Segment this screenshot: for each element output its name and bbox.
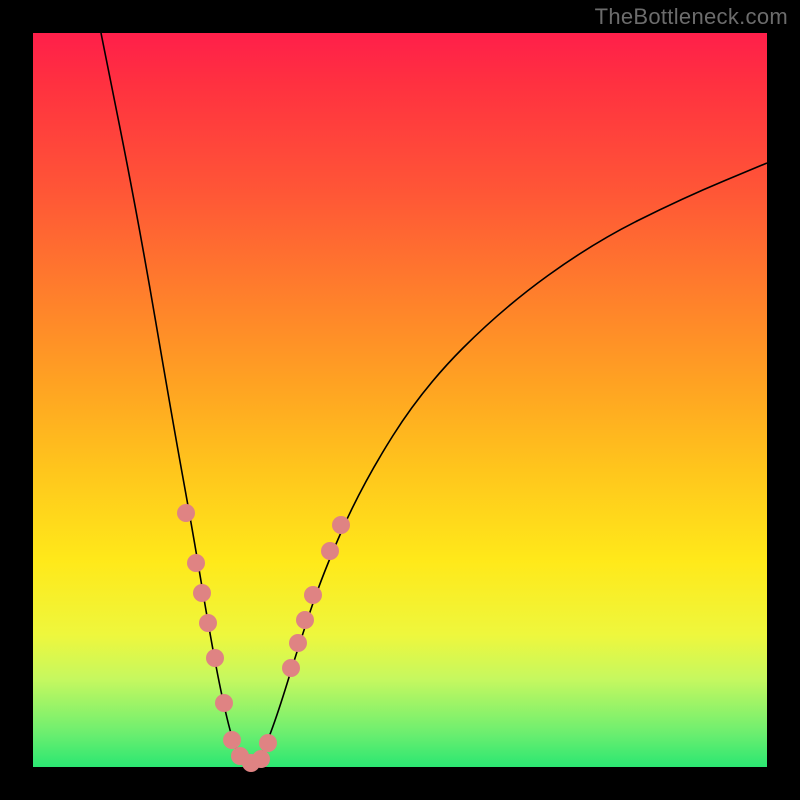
data-marker <box>289 634 307 652</box>
data-marker <box>215 694 233 712</box>
data-marker <box>193 584 211 602</box>
watermark-label: TheBottleneck.com <box>595 4 788 30</box>
data-marker <box>252 750 270 768</box>
data-marker <box>187 554 205 572</box>
data-marker <box>177 504 195 522</box>
right-limb-curve <box>253 163 767 767</box>
marker-group <box>177 504 350 772</box>
data-marker <box>296 611 314 629</box>
plot-area <box>33 33 767 767</box>
curve-svg <box>33 33 767 767</box>
data-marker <box>321 542 339 560</box>
data-marker <box>282 659 300 677</box>
data-marker <box>304 586 322 604</box>
data-marker <box>223 731 241 749</box>
data-marker <box>199 614 217 632</box>
data-marker <box>332 516 350 534</box>
chart-frame: TheBottleneck.com <box>0 0 800 800</box>
data-marker <box>259 734 277 752</box>
data-marker <box>206 649 224 667</box>
left-limb-curve <box>101 33 253 767</box>
